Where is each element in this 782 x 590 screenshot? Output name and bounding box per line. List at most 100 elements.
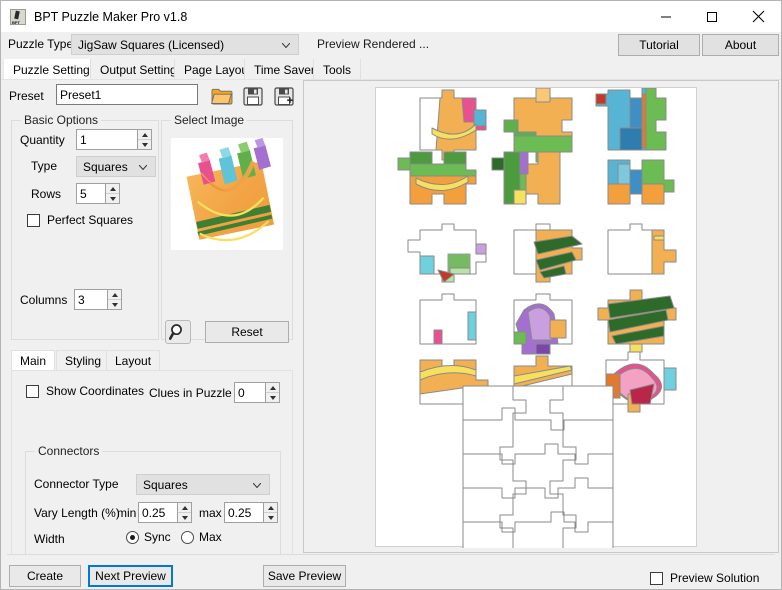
width-sync-radio[interactable]: Sync <box>126 530 171 544</box>
chevron-down-icon <box>139 165 147 170</box>
settings-panel: Preset <box>1 80 297 553</box>
window-title: BPT Puzzle Maker Pro v1.8 <box>34 10 187 24</box>
vary-length-max-stepper[interactable] <box>224 502 278 523</box>
connectors-title: Connectors <box>35 444 102 458</box>
min-down-icon[interactable] <box>178 513 191 522</box>
basic-options-group: Basic Options Quantity Type Squares Rows… <box>11 120 159 340</box>
subtab-layout[interactable]: Layout <box>106 350 160 370</box>
preset-row: Preset <box>9 84 291 108</box>
rows-down-icon[interactable] <box>106 194 119 203</box>
puzzle-type-value: JigSaw Squares (Licensed) <box>78 38 224 52</box>
open-folder-icon[interactable] <box>209 84 235 108</box>
tab-tools[interactable]: Tools <box>313 59 361 80</box>
clues-label: Clues in Puzzle <box>149 386 232 400</box>
app-window: BPT Puzzle Maker Pro v1.8 Puzzle Type Ji… <box>0 0 782 590</box>
create-button[interactable]: Create <box>9 565 81 587</box>
preset-input[interactable] <box>56 84 198 105</box>
tutorial-button[interactable]: Tutorial <box>618 34 700 56</box>
about-button[interactable]: About <box>702 34 779 56</box>
min-up-icon[interactable] <box>178 503 191 513</box>
checkbox-box[interactable] <box>27 214 40 227</box>
clues-input[interactable] <box>234 382 265 403</box>
bottom-toolbar: Create Next Preview Save Preview Preview… <box>1 554 781 589</box>
radio-dot[interactable] <box>181 531 194 544</box>
basic-options-title: Basic Options <box>21 113 101 127</box>
columns-spin-buttons[interactable] <box>107 289 122 310</box>
selected-image-thumbnail[interactable] <box>171 138 283 250</box>
vary-length-label: Vary Length (%) <box>34 506 120 520</box>
preview-panel <box>303 80 779 553</box>
rows-label: Rows <box>31 187 61 201</box>
min-label: min <box>117 506 136 520</box>
puzzle-preview-canvas[interactable] <box>375 87 697 547</box>
minimize-button[interactable] <box>643 1 689 32</box>
connectors-group: Connectors Connector Type Squares Vary L… <box>25 451 281 571</box>
min-spin-buttons[interactable] <box>177 502 192 523</box>
columns-stepper[interactable] <box>74 289 122 310</box>
quantity-input[interactable] <box>76 129 137 150</box>
clues-down-icon[interactable] <box>266 393 279 402</box>
max-spin-buttons[interactable] <box>263 502 278 523</box>
save-floppy-icon[interactable] <box>240 84 266 108</box>
checkbox-box[interactable] <box>26 385 39 398</box>
quantity-stepper[interactable] <box>76 129 152 150</box>
main-tab-strip: Puzzle Settings Output Settings Page Lay… <box>1 59 781 80</box>
puzzle-pieces-render <box>376 88 698 548</box>
perfect-squares-checkbox[interactable]: Perfect Squares <box>27 213 133 227</box>
subtab-main[interactable]: Main <box>11 350 55 370</box>
preview-status-text: Preview Rendered ... <box>317 37 429 51</box>
next-preview-button[interactable]: Next Preview <box>88 565 173 587</box>
preview-solution-label: Preview Solution <box>670 571 759 585</box>
save-as-floppy-icon[interactable] <box>271 84 297 108</box>
clues-spin-buttons[interactable] <box>265 382 280 403</box>
checkbox-box[interactable] <box>650 572 663 585</box>
quantity-label: Quantity <box>20 133 65 147</box>
vary-length-min-input[interactable] <box>138 502 177 523</box>
chevron-down-icon <box>253 483 261 488</box>
puzzle-type-select[interactable]: JigSaw Squares (Licensed) <box>71 34 299 55</box>
max-down-icon[interactable] <box>264 513 277 522</box>
connector-type-select[interactable]: Squares <box>136 474 270 495</box>
type-label: Type <box>31 159 57 173</box>
close-button[interactable] <box>735 1 781 32</box>
quantity-up-icon[interactable] <box>138 130 151 140</box>
type-select[interactable]: Squares <box>76 156 156 177</box>
subtab-styling[interactable]: Styling <box>56 350 110 370</box>
perfect-squares-label: Perfect Squares <box>47 213 133 227</box>
puzzle-type-row: Puzzle Type JigSaw Squares (Licensed) Pr… <box>1 32 781 58</box>
columns-up-icon[interactable] <box>108 290 121 300</box>
rows-input[interactable] <box>76 183 105 204</box>
rows-up-icon[interactable] <box>106 184 119 194</box>
clues-up-icon[interactable] <box>266 383 279 393</box>
maximize-button[interactable] <box>689 1 735 32</box>
rows-spin-buttons[interactable] <box>105 183 120 204</box>
quantity-down-icon[interactable] <box>138 140 151 149</box>
magnifier-icon[interactable] <box>165 320 191 344</box>
quantity-spin-buttons[interactable] <box>137 129 152 150</box>
title-bar: BPT Puzzle Maker Pro v1.8 <box>1 1 781 32</box>
columns-input[interactable] <box>74 289 107 310</box>
rows-stepper[interactable] <box>76 183 120 204</box>
width-label: Width <box>34 532 65 546</box>
max-up-icon[interactable] <box>264 503 277 513</box>
main-subtab-panel: Show Coordinates Clues in Puzzle Connect… <box>11 370 293 582</box>
app-icon <box>10 9 26 25</box>
type-value: Squares <box>83 160 128 174</box>
width-max-label: Max <box>199 530 222 544</box>
max-label: max <box>199 506 222 520</box>
width-sync-label: Sync <box>144 530 171 544</box>
preview-solution-checkbox[interactable]: Preview Solution <box>650 571 759 585</box>
connector-type-value: Squares <box>143 478 188 492</box>
vary-length-min-stepper[interactable] <box>138 502 192 523</box>
radio-dot[interactable] <box>126 531 139 544</box>
preset-label: Preset <box>9 89 44 103</box>
vary-length-max-input[interactable] <box>224 502 263 523</box>
width-max-radio[interactable]: Max <box>181 530 222 544</box>
save-preview-button[interactable]: Save Preview <box>263 565 346 587</box>
clues-stepper[interactable] <box>234 382 280 403</box>
show-coordinates-checkbox[interactable]: Show Coordinates <box>26 384 144 398</box>
columns-down-icon[interactable] <box>108 300 121 309</box>
chevron-down-icon <box>282 43 290 48</box>
reset-button[interactable]: Reset <box>205 321 289 343</box>
show-coordinates-label: Show Coordinates <box>46 384 144 398</box>
